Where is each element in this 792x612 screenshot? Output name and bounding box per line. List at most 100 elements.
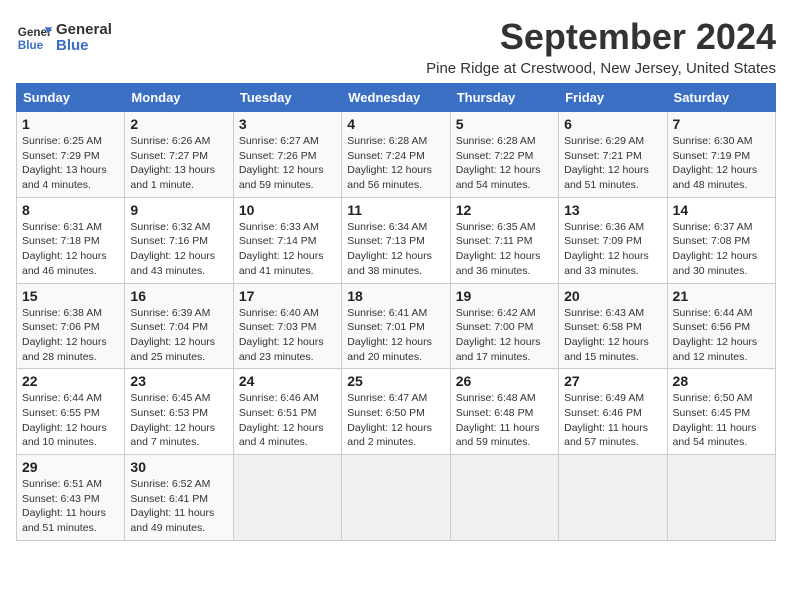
cell-day-number: 30 — [130, 459, 227, 475]
weekday-header-saturday: Saturday — [667, 84, 775, 112]
calendar-cell: 17Sunrise: 6:40 AM Sunset: 7:03 PM Dayli… — [233, 283, 341, 369]
cell-day-number: 10 — [239, 202, 336, 218]
calendar-cell: 22Sunrise: 6:44 AM Sunset: 6:55 PM Dayli… — [17, 369, 125, 455]
cell-info: Sunrise: 6:49 AM Sunset: 6:46 PM Dayligh… — [564, 391, 661, 450]
calendar-cell: 13Sunrise: 6:36 AM Sunset: 7:09 PM Dayli… — [559, 197, 667, 283]
cell-day-number: 26 — [456, 373, 553, 389]
calendar-cell: 1Sunrise: 6:25 AM Sunset: 7:29 PM Daylig… — [17, 112, 125, 198]
cell-info: Sunrise: 6:27 AM Sunset: 7:26 PM Dayligh… — [239, 134, 336, 193]
cell-info: Sunrise: 6:41 AM Sunset: 7:01 PM Dayligh… — [347, 306, 444, 365]
calendar-cell: 5Sunrise: 6:28 AM Sunset: 7:22 PM Daylig… — [450, 112, 558, 198]
week-row-1: 1Sunrise: 6:25 AM Sunset: 7:29 PM Daylig… — [17, 112, 776, 198]
weekday-header-row: SundayMondayTuesdayWednesdayThursdayFrid… — [17, 84, 776, 112]
cell-info: Sunrise: 6:26 AM Sunset: 7:27 PM Dayligh… — [130, 134, 227, 193]
cell-info: Sunrise: 6:43 AM Sunset: 6:58 PM Dayligh… — [564, 306, 661, 365]
cell-day-number: 1 — [22, 116, 119, 132]
cell-day-number: 28 — [673, 373, 770, 389]
cell-day-number: 4 — [347, 116, 444, 132]
cell-day-number: 27 — [564, 373, 661, 389]
cell-info: Sunrise: 6:39 AM Sunset: 7:04 PM Dayligh… — [130, 306, 227, 365]
cell-info: Sunrise: 6:28 AM Sunset: 7:24 PM Dayligh… — [347, 134, 444, 193]
cell-day-number: 21 — [673, 288, 770, 304]
cell-info: Sunrise: 6:34 AM Sunset: 7:13 PM Dayligh… — [347, 220, 444, 279]
calendar-cell: 3 Sunrise: 6:27 AM Sunset: 7:26 PM Daylig… — [233, 112, 341, 198]
svg-text:Blue: Blue — [18, 39, 44, 52]
cell-info: Sunrise: 6:29 AM Sunset: 7:21 PM Dayligh… — [564, 134, 661, 193]
calendar-cell: 4 Sunrise: 6:28 AM Sunset: 7:24 PM Daylig… — [342, 112, 450, 198]
cell-day-number: 7 — [673, 116, 770, 132]
calendar-cell: 7 Sunrise: 6:30 AM Sunset: 7:19 PM Daylig… — [667, 112, 775, 198]
cell-info: Sunrise: 6:33 AM Sunset: 7:14 PM Dayligh… — [239, 220, 336, 279]
cell-day-number: 29 — [22, 459, 119, 475]
cell-info: Sunrise: 6:30 AM Sunset: 7:19 PM Dayligh… — [673, 134, 770, 193]
calendar-cell: 24 Sunrise: 6:46 AM Sunset: 6:51 PM Dayli… — [233, 369, 341, 455]
cell-info: Sunrise: 6:47 AM Sunset: 6:50 PM Dayligh… — [347, 391, 444, 450]
cell-day-number: 15 — [22, 288, 119, 304]
calendar-cell: 16 Sunrise: 6:39 AM Sunset: 7:04 PM Dayli… — [125, 283, 233, 369]
cell-day-number: 20 — [564, 288, 661, 304]
calendar-cell: 9 Sunrise: 6:32 AM Sunset: 7:16 PM Daylig… — [125, 197, 233, 283]
cell-info: Sunrise: 6:32 AM Sunset: 7:16 PM Dayligh… — [130, 220, 227, 279]
cell-day-number: 9 — [130, 202, 227, 218]
calendar-cell: 23Sunrise: 6:45 AM Sunset: 6:53 PM Dayli… — [125, 369, 233, 455]
weekday-header-friday: Friday — [559, 84, 667, 112]
calendar-cell: 8Sunrise: 6:31 AM Sunset: 7:18 PM Daylig… — [17, 197, 125, 283]
calendar-title: September 2024 — [426, 16, 776, 58]
calendar-cell: 12 Sunrise: 6:35 AM Sunset: 7:11 PM Dayli… — [450, 197, 558, 283]
logo: General Blue General Blue — [16, 20, 112, 56]
cell-info: Sunrise: 6:40 AM Sunset: 7:03 PM Dayligh… — [239, 306, 336, 365]
cell-day-number: 18 — [347, 288, 444, 304]
cell-day-number: 19 — [456, 288, 553, 304]
calendar-cell: 29Sunrise: 6:51 AM Sunset: 6:43 PM Dayli… — [17, 455, 125, 541]
calendar-cell: 14Sunrise: 6:37 AM Sunset: 7:08 PM Dayli… — [667, 197, 775, 283]
cell-info: Sunrise: 6:35 AM Sunset: 7:11 PM Dayligh… — [456, 220, 553, 279]
cell-info: Sunrise: 6:44 AM Sunset: 6:55 PM Dayligh… — [22, 391, 119, 450]
calendar-cell — [667, 455, 775, 541]
cell-day-number: 12 — [456, 202, 553, 218]
cell-day-number: 16 — [130, 288, 227, 304]
weekday-header-tuesday: Tuesday — [233, 84, 341, 112]
calendar-cell: 10 Sunrise: 6:33 AM Sunset: 7:14 PM Dayli… — [233, 197, 341, 283]
cell-day-number: 6 — [564, 116, 661, 132]
title-area: September 2024 Pine Ridge at Crestwood, … — [426, 16, 776, 77]
cell-day-number: 3 — [239, 116, 336, 132]
calendar-cell — [559, 455, 667, 541]
calendar-cell: 30 Sunrise: 6:52 AM Sunset: 6:41 PM Dayli… — [125, 455, 233, 541]
header: General Blue General Blue September 2024… — [16, 16, 776, 77]
week-row-4: 22Sunrise: 6:44 AM Sunset: 6:55 PM Dayli… — [17, 369, 776, 455]
calendar-cell: 6 Sunrise: 6:29 AM Sunset: 7:21 PM Daylig… — [559, 112, 667, 198]
logo-text-general: General — [56, 22, 112, 39]
calendar-cell: 25Sunrise: 6:47 AM Sunset: 6:50 PM Dayli… — [342, 369, 450, 455]
cell-info: Sunrise: 6:44 AM Sunset: 6:56 PM Dayligh… — [673, 306, 770, 365]
calendar-cell — [342, 455, 450, 541]
calendar-cell: 21 Sunrise: 6:44 AM Sunset: 6:56 PM Dayli… — [667, 283, 775, 369]
weekday-header-wednesday: Wednesday — [342, 84, 450, 112]
cell-info: Sunrise: 6:46 AM Sunset: 6:51 PM Dayligh… — [239, 391, 336, 450]
calendar-cell: 2Sunrise: 6:26 AM Sunset: 7:27 PM Daylig… — [125, 112, 233, 198]
week-row-5: 29Sunrise: 6:51 AM Sunset: 6:43 PM Dayli… — [17, 455, 776, 541]
cell-info: Sunrise: 6:31 AM Sunset: 7:18 PM Dayligh… — [22, 220, 119, 279]
calendar-subtitle: Pine Ridge at Crestwood, New Jersey, Uni… — [426, 60, 776, 77]
cell-day-number: 23 — [130, 373, 227, 389]
calendar-cell: 26Sunrise: 6:48 AM Sunset: 6:48 PM Dayli… — [450, 369, 558, 455]
cell-info: Sunrise: 6:28 AM Sunset: 7:22 PM Dayligh… — [456, 134, 553, 193]
calendar-cell — [450, 455, 558, 541]
weekday-header-monday: Monday — [125, 84, 233, 112]
calendar-cell: 27 Sunrise: 6:49 AM Sunset: 6:46 PM Dayli… — [559, 369, 667, 455]
week-row-2: 8Sunrise: 6:31 AM Sunset: 7:18 PM Daylig… — [17, 197, 776, 283]
cell-info: Sunrise: 6:52 AM Sunset: 6:41 PM Dayligh… — [130, 477, 227, 536]
calendar-cell: 18 Sunrise: 6:41 AM Sunset: 7:01 PM Dayli… — [342, 283, 450, 369]
weekday-header-thursday: Thursday — [450, 84, 558, 112]
logo-icon: General Blue — [16, 20, 52, 56]
cell-info: Sunrise: 6:50 AM Sunset: 6:45 PM Dayligh… — [673, 391, 770, 450]
calendar-cell — [233, 455, 341, 541]
cell-day-number: 13 — [564, 202, 661, 218]
calendar-cell: 15 Sunrise: 6:38 AM Sunset: 7:06 PM Dayli… — [17, 283, 125, 369]
cell-day-number: 24 — [239, 373, 336, 389]
cell-info: Sunrise: 6:42 AM Sunset: 7:00 PM Dayligh… — [456, 306, 553, 365]
weekday-header-sunday: Sunday — [17, 84, 125, 112]
cell-info: Sunrise: 6:38 AM Sunset: 7:06 PM Dayligh… — [22, 306, 119, 365]
cell-day-number: 11 — [347, 202, 444, 218]
calendar-cell: 11 Sunrise: 6:34 AM Sunset: 7:13 PM Dayli… — [342, 197, 450, 283]
cell-day-number: 14 — [673, 202, 770, 218]
